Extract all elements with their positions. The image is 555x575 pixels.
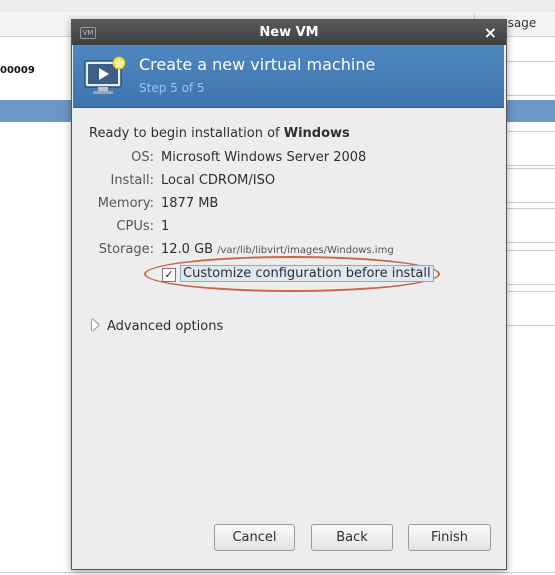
detail-value: 12.0 GB/var/lib/libvirt/images/Windows.i… <box>161 242 394 257</box>
detail-label: Memory: <box>97 196 154 211</box>
close-icon[interactable]: × <box>484 23 497 42</box>
detail-row-memory: Memory: 1877 MB <box>72 196 506 214</box>
customize-checkbox[interactable]: ✓ <box>162 268 176 282</box>
detail-row-cpus: CPUs: 1 <box>72 219 506 237</box>
detail-value: Local CDROM/ISO <box>161 173 276 188</box>
ready-prefix: Ready to begin installation of <box>89 126 284 141</box>
usage-graph <box>504 131 555 166</box>
detail-value: Microsoft Windows Server 2008 <box>161 150 367 165</box>
detail-label: Storage: <box>98 242 154 257</box>
ready-text: Ready to begin installation of Windows <box>89 126 350 141</box>
wizard-banner: Create a new virtual machine Step 5 of 5 <box>73 45 504 108</box>
detail-row-os: OS: Microsoft Windows Server 2008 <box>72 150 506 168</box>
finish-button[interactable]: Finish <box>408 524 491 551</box>
usage-graph <box>504 61 555 96</box>
storage-path: /var/lib/libvirt/images/Windows.img <box>217 245 394 256</box>
detail-value: 1877 MB <box>161 196 219 211</box>
detail-label: OS: <box>131 150 154 165</box>
usage-graph <box>504 250 555 285</box>
dialog-titlebar[interactable]: VM New VM × <box>72 20 506 45</box>
detail-label: CPUs: <box>116 219 154 234</box>
vm-list-row-label[interactable]: 00009 <box>0 65 35 76</box>
detail-row-install: Install: Local CDROM/ISO <box>72 173 506 191</box>
usage-graph <box>504 168 555 203</box>
wizard-step: Step 5 of 5 <box>139 81 205 95</box>
wizard-heading: Create a new virtual machine <box>139 55 376 74</box>
divider <box>0 572 555 573</box>
detail-label: Install: <box>110 173 154 188</box>
expander-arrow-icon[interactable] <box>92 319 99 331</box>
os-name: Windows <box>283 126 350 141</box>
advanced-options-expander[interactable]: Advanced options <box>92 318 223 334</box>
new-vm-dialog: VM New VM × Create a new virtual machine… <box>71 19 507 570</box>
advanced-options-label[interactable]: Advanced options <box>107 319 223 334</box>
customize-label[interactable]: Customize configuration before install <box>180 265 434 282</box>
storage-size: 12.0 GB <box>161 242 214 257</box>
cancel-button[interactable]: Cancel <box>214 524 295 551</box>
detail-value: 1 <box>161 219 170 234</box>
usage-graph <box>504 208 555 243</box>
usage-graph <box>504 291 555 326</box>
new-vm-monitor-icon <box>84 56 126 94</box>
back-button[interactable]: Back <box>311 524 393 551</box>
dialog-title: New VM <box>259 25 319 40</box>
